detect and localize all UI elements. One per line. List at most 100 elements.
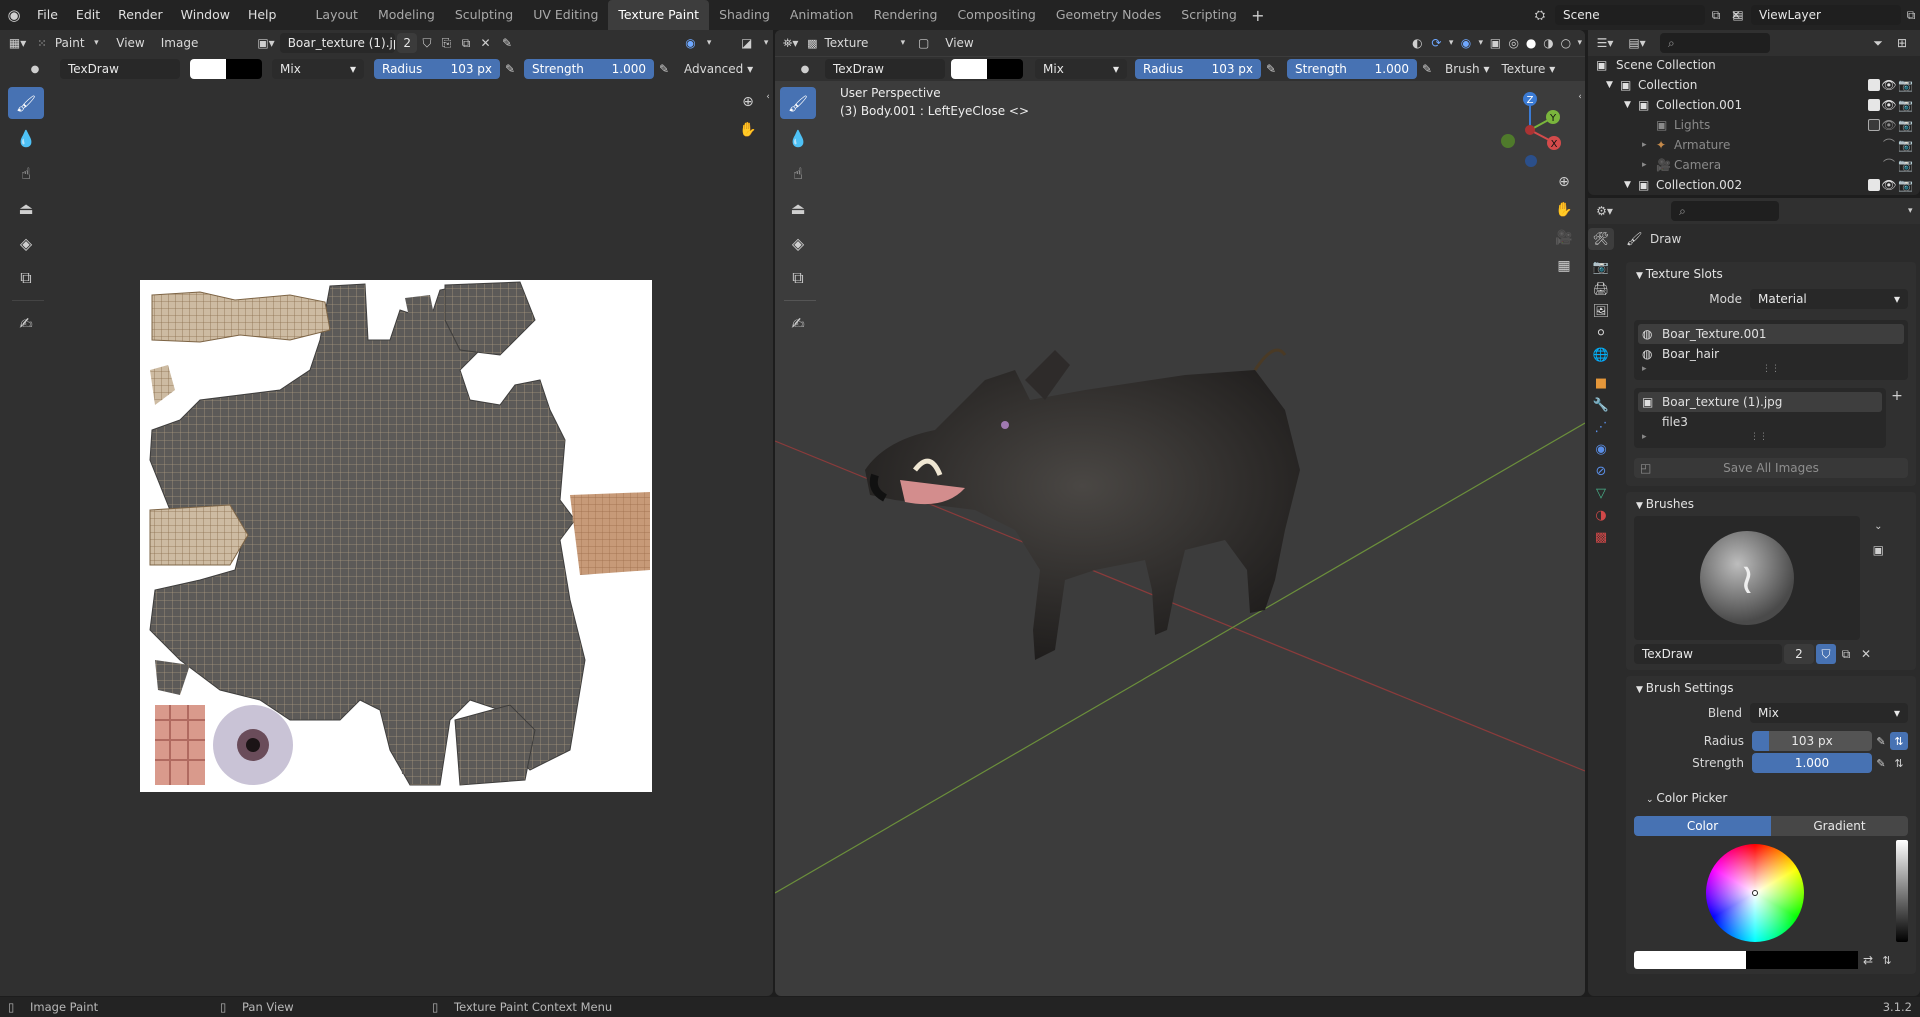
overlay-icon[interactable]: ◉	[1456, 36, 1475, 50]
pan-hand-icon[interactable]: ✋	[1552, 198, 1576, 222]
paint-mode-dropdown[interactable]: Paint	[49, 32, 91, 54]
editor-type-icon[interactable]: ▦▾	[0, 32, 35, 54]
particles-tab-icon[interactable]: ⋰	[1588, 416, 1614, 438]
material-list-item[interactable]: ◍ Boar_hair	[1638, 344, 1904, 364]
tab-modeling[interactable]: Modeling	[368, 0, 445, 30]
soften-tool[interactable]: 💧	[780, 122, 816, 154]
expand-icon[interactable]: ▸	[1642, 155, 1656, 175]
blend-dropdown[interactable]: Mix ▾	[1035, 59, 1127, 79]
expand-icon[interactable]: ▸	[1642, 135, 1656, 155]
camera-icon[interactable]: 📷	[1898, 175, 1914, 195]
mode-dropdown[interactable]: Material ▾	[1750, 289, 1908, 309]
unlink-image-icon[interactable]: ✕	[476, 36, 496, 50]
chevron-down-icon[interactable]: ▾	[1476, 38, 1486, 48]
fake-user-shield-icon[interactable]: ⛉	[1816, 644, 1836, 664]
resize-handle-icon[interactable]: ⋮⋮	[1750, 432, 1768, 444]
perspective-toggle-icon[interactable]: ▦	[1552, 254, 1576, 278]
menu-file[interactable]: File	[28, 0, 67, 30]
camera-icon[interactable]: 📷	[1898, 115, 1914, 135]
output-tab-icon[interactable]: 🖨	[1588, 278, 1614, 300]
chevron-down-icon[interactable]: ▾	[1446, 38, 1456, 48]
visibility-selector-icon[interactable]: ◐	[1408, 36, 1427, 50]
navigation-gizmo[interactable]: Z Y X	[1495, 90, 1565, 170]
material-shading-icon[interactable]: ◑	[1540, 36, 1557, 50]
chevron-down-icon[interactable]: ▾	[759, 38, 773, 48]
strength-slider[interactable]: Strength 1.000	[1287, 59, 1417, 79]
swap-colors-icon[interactable]: ⇄	[1858, 953, 1878, 967]
menu-image[interactable]: Image	[155, 32, 205, 54]
brushes-header[interactable]: ▼ Brushes	[1626, 492, 1916, 516]
exclude-checkbox[interactable]	[1868, 99, 1880, 111]
brush-users-count[interactable]: 2	[1784, 644, 1814, 664]
image-browse-icon[interactable]: ▣▾	[252, 36, 279, 50]
editor-type-icon[interactable]: ⚙▾	[1588, 204, 1621, 218]
strength-slider[interactable]: 1.000	[1752, 753, 1872, 773]
image-slot-item[interactable]: file3	[1638, 412, 1882, 432]
value-slider[interactable]	[1896, 840, 1908, 942]
brush-name-field[interactable]: TexDraw	[1634, 644, 1782, 664]
mask-tool[interactable]: ⧉	[780, 262, 816, 294]
gradient-tab[interactable]: Gradient	[1771, 816, 1908, 836]
new-viewlayer-icon[interactable]: ⧉	[1901, 8, 1920, 23]
uv-texture-image[interactable]	[140, 280, 652, 792]
add-slot-icon[interactable]: +	[1886, 388, 1908, 404]
expand-icon[interactable]: ▼	[1624, 175, 1638, 195]
editor-type-icon[interactable]: ⛯▾	[775, 36, 806, 51]
draw-tool[interactable]: 🖌	[780, 87, 816, 119]
camera-icon[interactable]: 🎥	[1552, 226, 1576, 250]
outliner-item-collection-001[interactable]: ▼ ▣ Collection.001 👁 📷	[1596, 95, 1914, 115]
radius-slider[interactable]: 103 px	[1752, 731, 1872, 751]
overlay-icon[interactable]: ◉	[679, 36, 702, 50]
menu-edit[interactable]: Edit	[67, 0, 109, 30]
tab-sculpting[interactable]: Sculpting	[445, 0, 523, 30]
tool-tab-icon[interactable]: 🛠	[1588, 228, 1614, 250]
secondary-color-swatch[interactable]	[1746, 951, 1858, 969]
eye-icon[interactable]: 👁	[1880, 175, 1898, 195]
image-slot-item[interactable]: ▣ Boar_texture (1).jpg	[1638, 392, 1882, 412]
tab-shading[interactable]: Shading	[709, 0, 780, 30]
brush-settings-header[interactable]: ▼ Brush Settings	[1626, 676, 1916, 700]
pressure-strength-icon[interactable]: ✎	[1417, 62, 1437, 76]
expand-icon[interactable]: ▼	[1606, 75, 1620, 95]
pressure-radius-icon[interactable]: ✎	[1261, 62, 1281, 76]
color-picker-header[interactable]: ⌄ Color Picker	[1626, 786, 1916, 810]
chevron-down-icon[interactable]: ▾	[1575, 38, 1585, 48]
chevron-down-icon[interactable]: ▾	[702, 38, 716, 48]
camera-icon[interactable]: 📷	[1898, 135, 1914, 155]
image-name-field[interactable]: Boar_texture (1).jpg	[279, 33, 396, 53]
view-layer-tab-icon[interactable]: 🖼	[1588, 300, 1614, 322]
expand-icon[interactable]: ▼	[1624, 95, 1638, 115]
boar-model[interactable]	[855, 330, 1375, 690]
sidebar-toggle-icon[interactable]: ‹	[1575, 92, 1585, 102]
viewlayer-field[interactable]: ViewLayer	[1751, 5, 1901, 25]
brush-name-field[interactable]: TexDraw	[60, 59, 180, 79]
unified-radius-icon[interactable]: ⇅	[1890, 732, 1908, 750]
texture-paint-mode-dropdown[interactable]: Texture Paint	[818, 32, 897, 72]
add-workspace-icon[interactable]: +	[1247, 6, 1269, 25]
primary-color-swatch[interactable]	[951, 59, 987, 79]
exclude-checkbox[interactable]	[1868, 119, 1880, 131]
blend-dropdown[interactable]: Mix ▾	[1750, 703, 1908, 723]
menu-window[interactable]: Window	[172, 0, 239, 30]
eye-icon[interactable]: ⌒	[1880, 135, 1898, 155]
primary-color-swatch[interactable]	[1634, 951, 1746, 969]
scene-field[interactable]: Scene	[1555, 5, 1705, 25]
scene-icon[interactable]: ⛭	[1525, 8, 1555, 23]
tab-texture-paint[interactable]: Texture Paint	[608, 0, 710, 30]
material-list-item[interactable]: ◍ Boar_Texture.001	[1638, 324, 1904, 344]
rendered-shading-icon[interactable]: ○	[1557, 36, 1574, 50]
brush-preview[interactable]: ≀	[1634, 516, 1861, 640]
outliner-item-lights[interactable]: ▣ Lights 👁 📷	[1596, 115, 1914, 135]
annotate-tool[interactable]: ✍	[8, 307, 44, 339]
eye-icon[interactable]: 👁	[1880, 95, 1898, 115]
wireframe-shading-icon[interactable]: ◎	[1505, 36, 1522, 50]
eye-icon[interactable]: 👁	[1880, 75, 1898, 95]
object-tab-icon[interactable]: ■	[1588, 372, 1614, 394]
exclude-checkbox[interactable]	[1868, 79, 1880, 91]
tab-rendering[interactable]: Rendering	[864, 0, 948, 30]
image-users-count[interactable]: 2	[397, 33, 418, 53]
chevron-down-icon[interactable]: ⌄	[1868, 516, 1888, 536]
chevron-down-icon[interactable]: ▾	[1901, 206, 1920, 216]
scene-tab-icon[interactable]: ⚪	[1588, 322, 1614, 344]
soften-tool[interactable]: 💧	[8, 122, 44, 154]
